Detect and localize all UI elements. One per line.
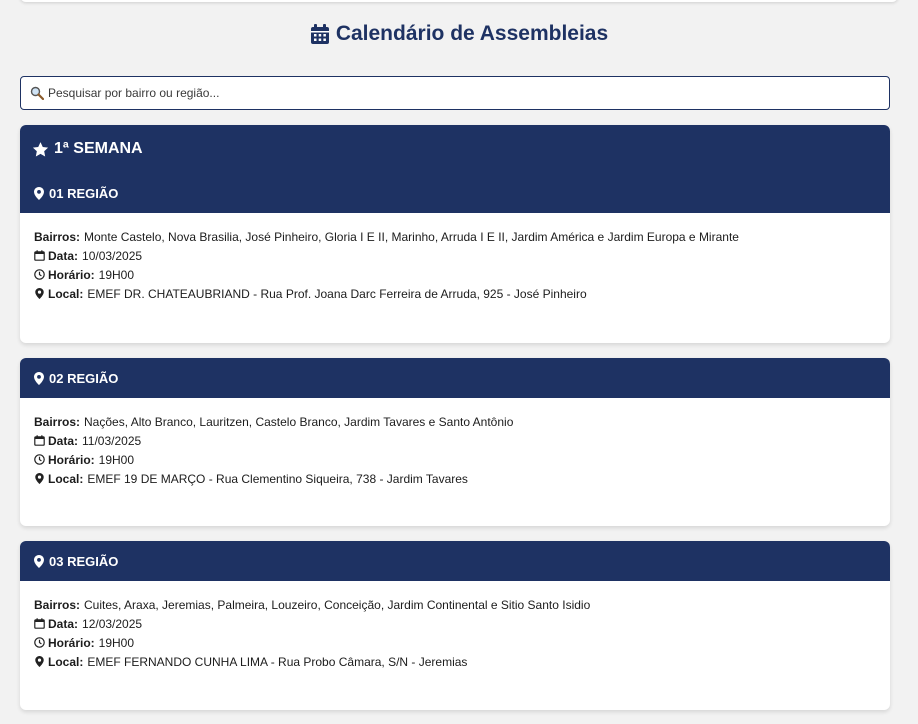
calendar-icon — [310, 23, 329, 44]
horario-label: Horário: — [48, 452, 95, 467]
clock-icon — [34, 269, 45, 280]
week-header: 1ª SEMANA — [20, 125, 890, 173]
local-row: Local: EMEF DR. CHATEAUBRIAND - Rua Prof… — [34, 280, 876, 307]
map-pin-icon — [35, 656, 44, 667]
local-value: EMEF 19 DE MARÇO - Rua Clementino Siquei… — [87, 471, 468, 486]
horario-value: 19H00 — [98, 452, 135, 467]
search-input[interactable] — [48, 86, 889, 100]
region-header: 02 REGIÃO — [20, 358, 890, 398]
clock-icon — [34, 637, 45, 648]
search-box[interactable] — [20, 76, 890, 110]
clock-icon — [34, 454, 45, 465]
bairros-label: Bairros: — [34, 229, 81, 244]
map-pin-icon — [35, 288, 44, 299]
data-value: 11/03/2025 — [82, 433, 142, 448]
local-row: Local: EMEF 19 DE MARÇO - Rua Clementino… — [34, 465, 876, 492]
local-label: Local: — [48, 471, 84, 486]
data-label: Data: — [48, 616, 79, 631]
data-value: 12/03/2025 — [82, 616, 143, 631]
page-title-text: Calendário de Assembleias — [335, 22, 609, 45]
bairros-label: Bairros: — [34, 414, 81, 429]
local-value: EMEF FERNANDO CUNHA LIMA - Rua Probo Câm… — [87, 654, 468, 669]
calendar-icon — [34, 618, 45, 629]
region-card: 1ª SEMANA 01 REGIÃO Bairros: Monte Caste… — [20, 125, 890, 343]
region-card: 03 REGIÃO Bairros: Cuites, Araxa, Jeremi… — [20, 541, 890, 710]
bairros-label: Bairros: — [34, 597, 81, 612]
search-icon — [30, 86, 44, 100]
map-pin-icon — [35, 473, 44, 484]
bairros-value: Cuites, Araxa, Jeremias, Palmeira, Louze… — [84, 597, 591, 612]
data-label: Data: — [48, 248, 79, 263]
data-value: 10/03/2025 — [82, 248, 143, 263]
top-card-edge — [20, 0, 898, 2]
region-card: 02 REGIÃO Bairros: Nações, Alto Branco, … — [20, 358, 890, 526]
card-header: 03 REGIÃO — [20, 541, 890, 581]
map-pin-icon — [34, 371, 44, 385]
calendar-icon — [34, 250, 45, 261]
bairros-value: Monte Castelo, Nova Brasilia, José Pinhe… — [84, 229, 739, 244]
local-label: Local: — [48, 286, 84, 301]
map-pin-icon — [34, 554, 44, 568]
region-name: 01 REGIÃO — [49, 185, 119, 201]
local-row: Local: EMEF FERNANDO CUNHA LIMA - Rua Pr… — [34, 648, 876, 675]
star-icon — [32, 141, 49, 156]
horario-value: 19H00 — [98, 267, 135, 282]
bairros-value: Nações, Alto Branco, Lauritzen, Castelo … — [84, 414, 514, 429]
region-name: 03 REGIÃO — [49, 553, 119, 569]
local-value: EMEF DR. CHATEAUBRIAND - Rua Prof. Joana… — [87, 286, 587, 301]
region-header: 01 REGIÃO — [20, 173, 890, 213]
data-label: Data: — [48, 433, 79, 448]
horario-value: 19H00 — [98, 635, 135, 650]
calendar-icon — [34, 435, 45, 446]
week-label: 1ª SEMANA — [54, 140, 143, 157]
card-header: 02 REGIÃO — [20, 358, 890, 398]
horario-label: Horário: — [48, 267, 95, 282]
horario-label: Horário: — [48, 635, 95, 650]
local-label: Local: — [48, 654, 84, 669]
region-header: 03 REGIÃO — [20, 541, 890, 581]
region-name: 02 REGIÃO — [49, 370, 119, 386]
map-pin-icon — [34, 186, 44, 200]
card-header: 1ª SEMANA 01 REGIÃO — [20, 125, 890, 213]
page-title: Calendário de Assembleias — [0, 22, 918, 46]
